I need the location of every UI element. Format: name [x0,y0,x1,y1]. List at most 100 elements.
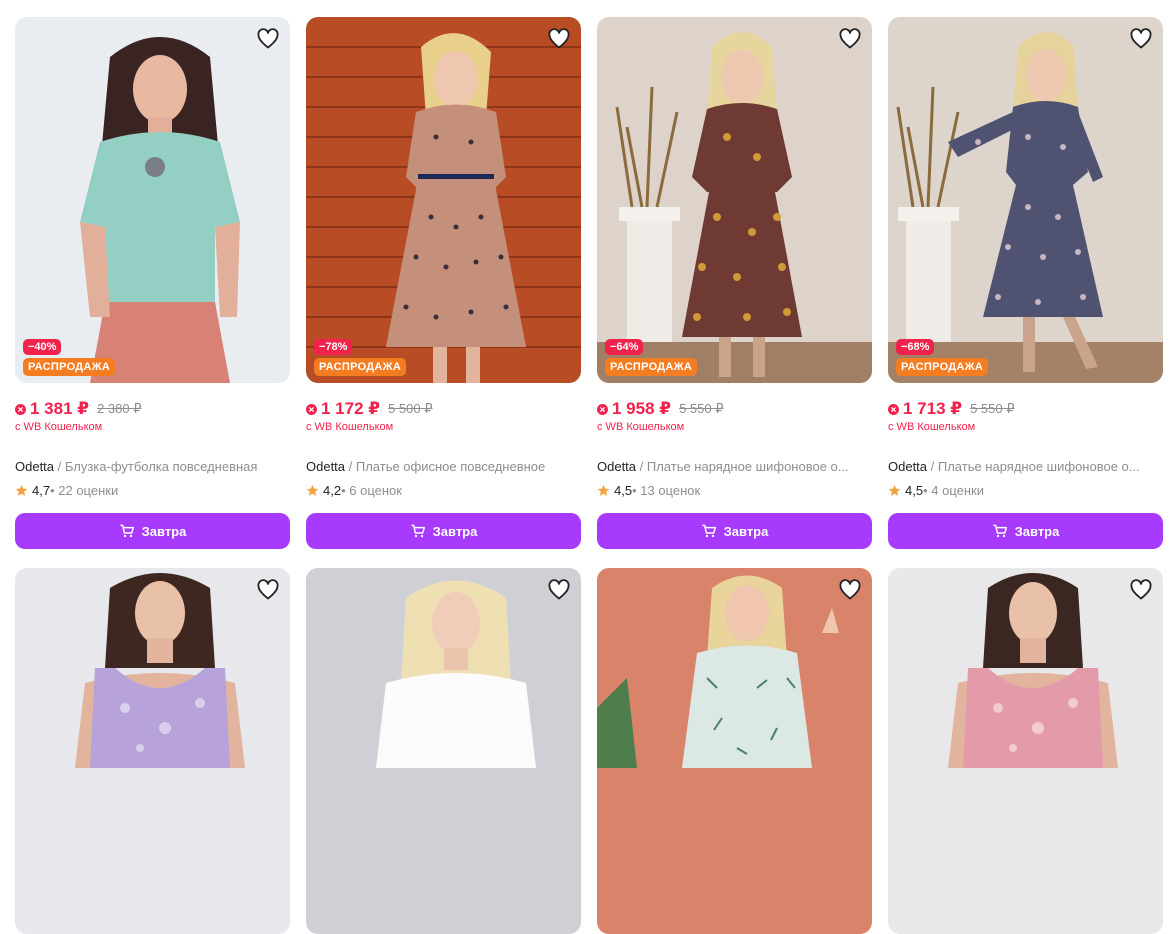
star-icon [888,484,901,496]
brand-name: Odetta [15,459,55,474]
star-icon [597,484,610,496]
wallet-note: с WB Кошельком [888,421,976,433]
product-title[interactable]: Odetta / Платье нарядное шифоновое о... [597,459,872,474]
brand-name: Odetta [888,459,928,474]
current-price: 1 958 ₽ [612,399,672,418]
product-title[interactable]: Odetta / Платье нарядное шифоновое о... [888,459,1163,474]
wallet-discount-icon [306,403,317,415]
current-price: 1 172 ₽ [321,399,381,418]
rating-value: 4,5 [614,483,633,498]
product-photo-dress-polka [306,17,581,383]
favorite-heart-icon[interactable] [256,27,280,51]
rating-row: 4,5 • 13 оценок [597,483,700,498]
favorite-heart-icon[interactable] [547,27,571,51]
discount-badge: −78% [314,339,353,355]
product-card[interactable]: −78% РАСПРОДАЖА 1 172 ₽ 5 500 ₽ с WB Кош… [306,17,581,549]
discount-badge: −40% [23,339,62,355]
price-row: 1 381 ₽ 2 380 ₽ [15,399,142,419]
product-image[interactable]: −68% РАСПРОДАЖА [888,17,1163,383]
old-price: 5 550 ₽ [970,401,1015,416]
product-image[interactable] [888,568,1163,934]
current-price: 1 381 ₽ [30,399,90,418]
product-card[interactable] [597,568,872,934]
add-to-cart-button[interactable]: Завтра [306,513,581,549]
wallet-note: с WB Кошельком [597,421,685,433]
cart-icon [992,524,1007,538]
rating-value: 4,2 [323,483,342,498]
product-name: / Платье офисное повседневное [345,459,546,474]
cart-icon [410,524,425,538]
favorite-heart-icon[interactable] [1129,27,1153,51]
star-icon [15,484,28,496]
product-image[interactable]: −78% РАСПРОДАЖА [306,17,581,383]
delivery-label: Завтра [141,523,187,539]
discount-badge: −64% [605,339,644,355]
reviews-count[interactable]: • 6 оценок [341,483,402,498]
rating-row: 4,2 • 6 оценок [306,483,402,498]
product-image[interactable] [15,568,290,934]
price-row: 1 958 ₽ 5 550 ₽ [597,399,724,419]
product-name: / Платье нарядное шифоновое о... [927,459,1140,474]
old-price: 5 500 ₽ [388,401,433,416]
product-image[interactable]: −64% РАСПРОДАЖА [597,17,872,383]
favorite-heart-icon[interactable] [1129,578,1153,602]
star-icon [306,484,319,496]
product-photo-sequin-top-pink [888,568,1163,934]
favorite-heart-icon[interactable] [547,578,571,602]
product-photo-blouse [15,17,290,383]
add-to-cart-button[interactable]: Завтра [15,513,290,549]
sale-badge: РАСПРОДАЖА [896,358,989,376]
product-card[interactable] [15,568,290,934]
add-to-cart-button[interactable]: Завтра [597,513,872,549]
favorite-heart-icon[interactable] [838,27,862,51]
old-price: 5 550 ₽ [679,401,724,416]
cart-icon [119,524,134,538]
favorite-heart-icon[interactable] [838,578,862,602]
product-grid: −40% РАСПРОДАЖА 1 381 ₽ 2 380 ₽ с WB Кош… [0,0,1169,934]
product-photo-white-blouse [306,568,581,934]
product-card[interactable]: −64% РАСПРОДАЖА 1 958 ₽ 5 550 ₽ с WB Кош… [597,17,872,549]
reviews-count[interactable]: • 4 оценки [923,483,984,498]
delivery-label: Завтра [432,523,478,539]
product-name: / Платье нарядное шифоновое о... [636,459,849,474]
product-name: / Блузка-футболка повседневная [54,459,258,474]
current-price: 1 713 ₽ [903,399,963,418]
sale-badge: РАСПРОДАЖА [23,358,116,376]
product-title[interactable]: Odetta / Блузка-футболка повседневная [15,459,290,474]
reviews-count[interactable]: • 22 оценки [50,483,118,498]
product-image[interactable]: −40% РАСПРОДАЖА [15,17,290,383]
delivery-label: Завтра [723,523,769,539]
product-image[interactable] [306,568,581,934]
rating-row: 4,5 • 4 оценки [888,483,984,498]
rating-row: 4,7 • 22 оценки [15,483,118,498]
rating-value: 4,7 [32,483,51,498]
product-card[interactable]: −68% РАСПРОДАЖА 1 713 ₽ 5 550 ₽ с WB Кош… [888,17,1163,549]
delivery-label: Завтра [1014,523,1060,539]
wallet-discount-icon [888,403,899,415]
wallet-note: с WB Кошельком [306,421,394,433]
product-photo-dress-floral [888,17,1163,383]
brand-name: Odetta [306,459,346,474]
product-card[interactable] [306,568,581,934]
product-title[interactable]: Odetta / Платье офисное повседневное [306,459,581,474]
add-to-cart-button[interactable]: Завтра [888,513,1163,549]
price-row: 1 172 ₽ 5 500 ₽ [306,399,433,419]
product-card[interactable]: −40% РАСПРОДАЖА 1 381 ₽ 2 380 ₽ с WB Кош… [15,17,290,549]
product-photo-dress-chiffon [597,17,872,383]
cart-icon [701,524,716,538]
sale-badge: РАСПРОДАЖА [605,358,698,376]
sale-badge: РАСПРОДАЖА [314,358,407,376]
product-photo-sequin-top-lilac [15,568,290,934]
price-row: 1 713 ₽ 5 550 ₽ [888,399,1015,419]
discount-badge: −68% [896,339,935,355]
favorite-heart-icon[interactable] [256,578,280,602]
wallet-discount-icon [597,403,608,415]
brand-name: Odetta [597,459,637,474]
product-image[interactable] [597,568,872,934]
wallet-note: с WB Кошельком [15,421,103,433]
reviews-count[interactable]: • 13 оценок [632,483,700,498]
old-price: 2 380 ₽ [97,401,142,416]
product-card[interactable] [888,568,1163,934]
product-photo-printed-dress [597,568,872,934]
wallet-discount-icon [15,403,26,415]
